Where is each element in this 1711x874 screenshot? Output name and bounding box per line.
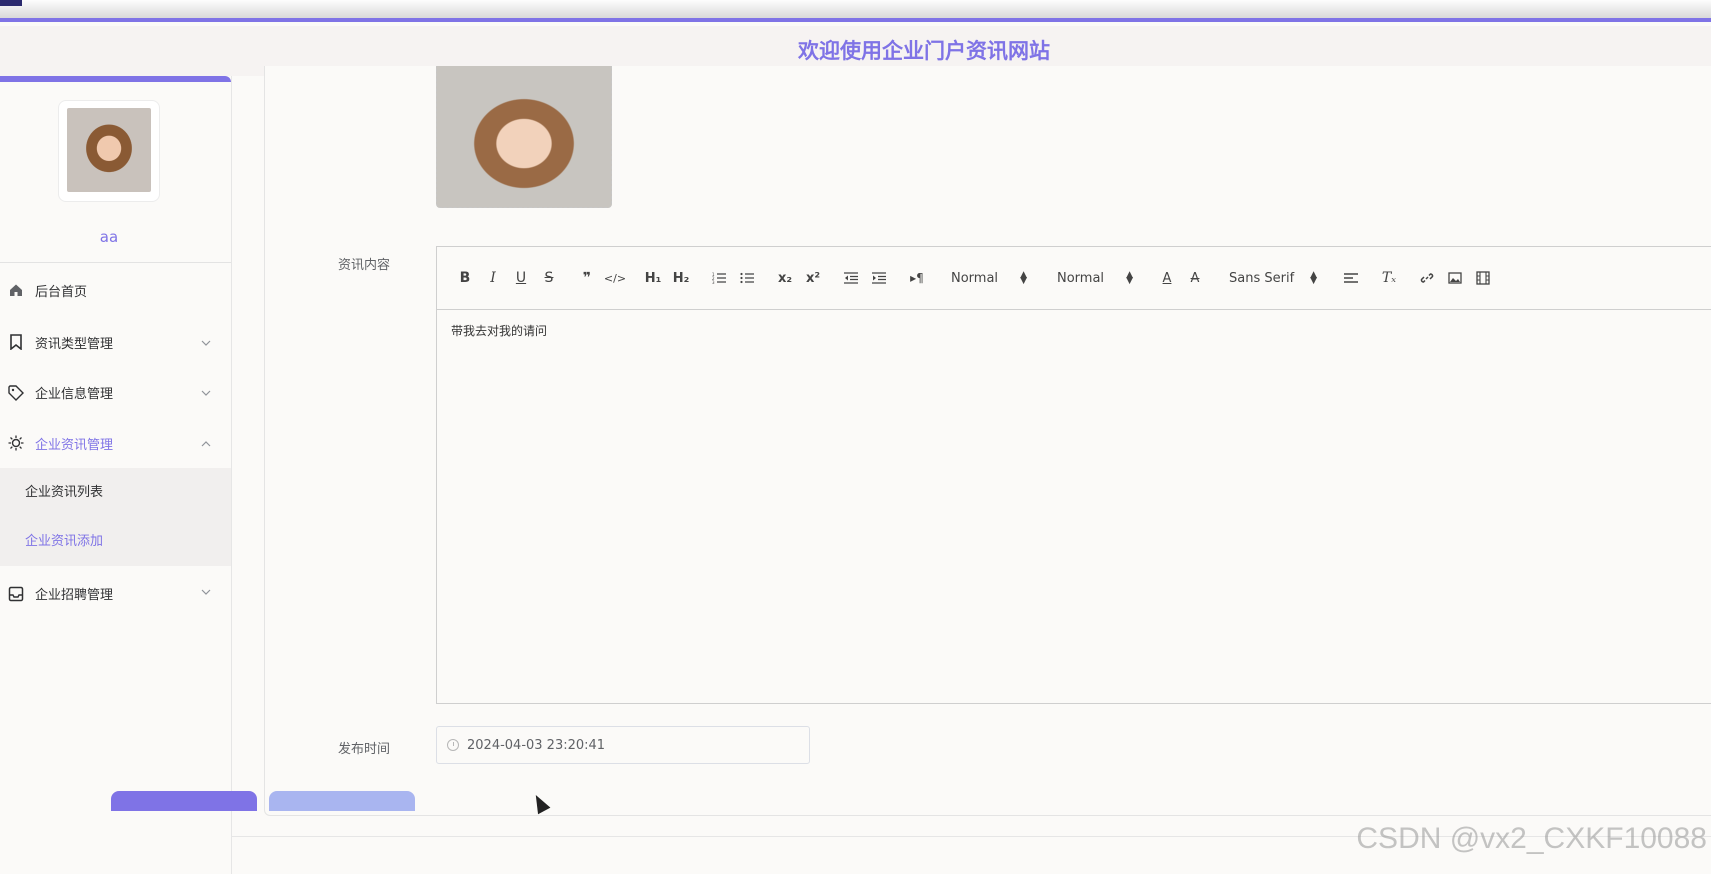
- sidebar-item-label: 资讯类型管理: [35, 336, 114, 352]
- video-icon[interactable]: [1469, 266, 1497, 290]
- size-select[interactable]: Normal ▲ ▼: [1047, 266, 1143, 290]
- avatar-image: [67, 108, 151, 192]
- font-color-icon[interactable]: A: [1153, 266, 1181, 290]
- sidebar-item-recruitment[interactable]: 企业招聘管理: [0, 566, 231, 621]
- sidebar-item-company-news[interactable]: 企业资讯管理: [0, 418, 231, 468]
- cancel-button[interactable]: [269, 791, 415, 811]
- avatar[interactable]: [58, 100, 160, 202]
- sidebar-menu: 后台首页 资讯类型管理 企业信息管理 企业资讯管理 企业资讯列表 企业资讯添加: [0, 263, 231, 621]
- select-arrows-icon: ▲ ▼: [1310, 270, 1317, 286]
- main-content: 资讯内容 B I U S ❞ </> H₁ H₂ 123 x₂ x² ▸¶ No…: [232, 66, 1711, 874]
- username: aa: [99, 228, 119, 246]
- strikethrough-button[interactable]: S: [535, 266, 563, 290]
- app-corner-mark: [0, 0, 22, 6]
- home-icon: [8, 282, 24, 298]
- header-select[interactable]: Normal ▲ ▼: [941, 266, 1037, 290]
- chevron-down-icon: [201, 390, 211, 396]
- font-select[interactable]: Sans Serif ▲ ▼: [1219, 266, 1327, 290]
- svg-text:3: 3: [712, 280, 715, 284]
- code-icon[interactable]: </>: [601, 266, 629, 290]
- bookmark-icon: [8, 334, 24, 350]
- editor-content-area[interactable]: 带我去对我的请问: [437, 310, 1711, 351]
- publish-time-value: 2024-04-03 23:20:41: [467, 737, 606, 753]
- sun-icon: [8, 435, 24, 451]
- h1-button[interactable]: H₁: [639, 266, 667, 290]
- sidebar-item-label: 企业招聘管理: [35, 588, 114, 603]
- link-icon[interactable]: [1413, 266, 1441, 290]
- chevron-down-icon: [201, 589, 211, 595]
- bullet-list-icon[interactable]: [733, 266, 761, 290]
- italic-button[interactable]: I: [479, 266, 507, 290]
- sidebar-subitem-news-list[interactable]: 企业资讯列表: [0, 468, 231, 517]
- superscript-button[interactable]: x²: [799, 266, 827, 290]
- publish-time-input[interactable]: 2024-04-03 23:20:41: [436, 726, 810, 764]
- clock-icon: [447, 739, 459, 751]
- browser-top-bar: [0, 0, 1711, 22]
- publish-time-label: 发布时间: [337, 742, 390, 757]
- bold-button[interactable]: B: [451, 266, 479, 290]
- select-arrows-icon: ▲ ▼: [1126, 270, 1133, 286]
- sidebar-item-company-info[interactable]: 企业信息管理: [0, 367, 231, 418]
- background-color-icon[interactable]: A: [1181, 266, 1209, 290]
- ordered-list-icon[interactable]: 123: [705, 266, 733, 290]
- blockquote-icon[interactable]: ❞: [573, 266, 601, 290]
- text-direction-icon[interactable]: ▸¶: [903, 266, 931, 290]
- sidebar-item-label: 后台首页: [35, 284, 88, 300]
- outdent-icon[interactable]: [837, 266, 865, 290]
- editor-toolbar: B I U S ❞ </> H₁ H₂ 123 x₂ x² ▸¶ Normal …: [437, 247, 1711, 310]
- tag-icon: [8, 384, 24, 401]
- chevron-down-icon: [201, 340, 211, 346]
- image-icon[interactable]: [1441, 266, 1469, 290]
- sidebar-item-news-types[interactable]: 资讯类型管理: [0, 317, 231, 367]
- align-icon[interactable]: [1337, 266, 1365, 290]
- submit-button[interactable]: [111, 791, 257, 811]
- subscript-button[interactable]: x₂: [771, 266, 799, 290]
- submenu-company-news: 企业资讯列表 企业资讯添加: [0, 468, 231, 566]
- chevron-up-icon: [201, 441, 211, 447]
- sidebar: aa 后台首页 资讯类型管理 企业信息管理 企业资讯管理 企业资讯列表 企业资讯…: [0, 76, 232, 874]
- sidebar-item-home[interactable]: 后台首页: [0, 263, 231, 317]
- underline-button[interactable]: U: [507, 266, 535, 290]
- rich-text-editor: B I U S ❞ </> H₁ H₂ 123 x₂ x² ▸¶ Normal …: [436, 246, 1711, 704]
- form-card: 资讯内容 B I U S ❞ </> H₁ H₂ 123 x₂ x² ▸¶ No…: [264, 66, 1711, 816]
- indent-icon[interactable]: [865, 266, 893, 290]
- sidebar-subitem-news-add[interactable]: 企业资讯添加: [0, 517, 231, 566]
- inbox-icon: [8, 586, 24, 602]
- content-label: 资讯内容: [337, 258, 390, 273]
- sidebar-item-label: 企业资讯管理: [35, 437, 114, 453]
- h2-button[interactable]: H₂: [667, 266, 695, 290]
- select-arrows-icon: ▲ ▼: [1020, 270, 1027, 286]
- sidebar-accent-line: [0, 76, 231, 82]
- watermark: CSDN @vx2_CXKF10088: [1356, 822, 1707, 855]
- sidebar-item-label: 企业信息管理: [35, 387, 114, 402]
- uploaded-cover-image[interactable]: [436, 66, 612, 208]
- clear-format-icon[interactable]: Tₓ: [1375, 266, 1403, 290]
